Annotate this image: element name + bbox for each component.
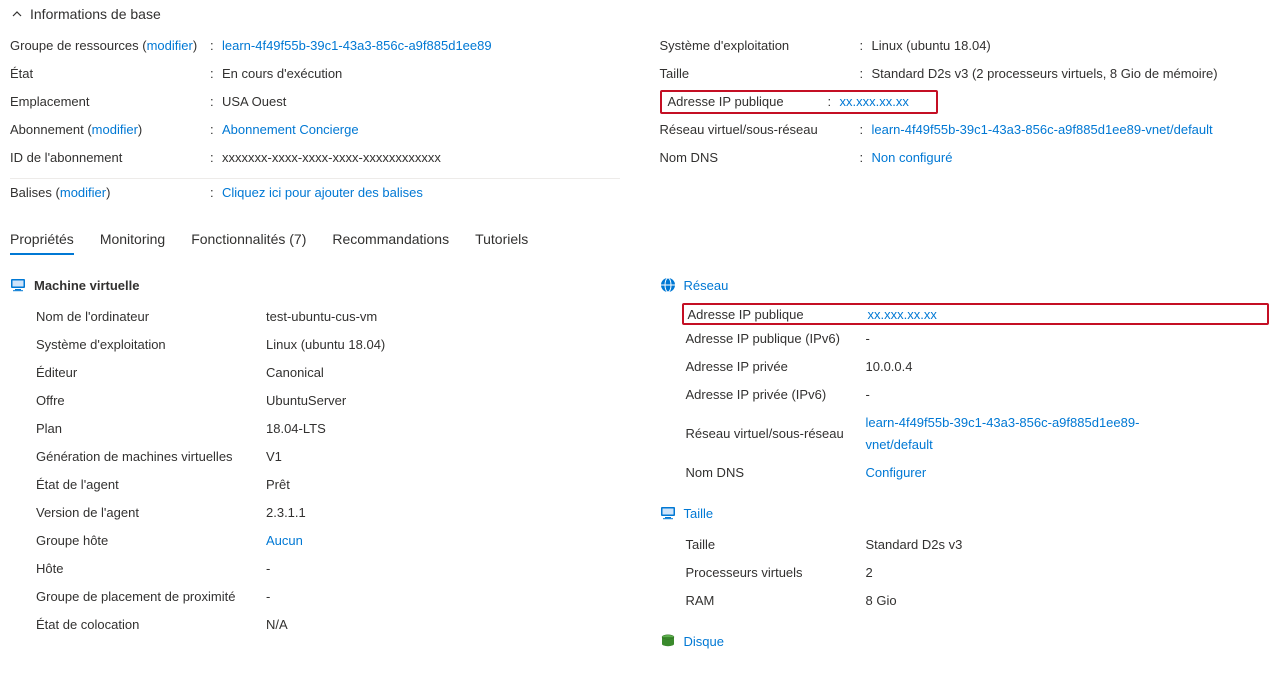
highlight-public-ip: Adresse IP publique : xx.xxx.xx.xx <box>660 90 938 114</box>
vm-coloc-v: N/A <box>266 614 620 636</box>
net-pubip-k: Adresse IP publique <box>688 307 868 322</box>
vm-ppg-v: - <box>266 586 620 608</box>
link-public-ip[interactable]: xx.xxx.xx.xx <box>840 94 909 109</box>
group-vm: Machine virtuelle <box>10 277 620 293</box>
size-ram-k: RAM <box>686 590 866 612</box>
label-vnet: Réseau virtuel/sous-réseau <box>660 120 860 140</box>
vm-gen-v: V1 <box>266 446 620 468</box>
label-dns: Nom DNS <box>660 148 860 168</box>
net-pubip-v[interactable]: xx.xxx.xx.xx <box>868 307 937 322</box>
vm-agentv-k: Version de l'agent <box>36 502 266 524</box>
group-network-title: Réseau <box>684 278 729 293</box>
value-os: Linux (ubuntu 18.04) <box>872 36 1270 56</box>
vm-plan-k: Plan <box>36 418 266 440</box>
label-tags: Balises (modifier) <box>10 183 210 203</box>
label-public-ip: Adresse IP publique <box>668 92 828 112</box>
label-state: État <box>10 64 210 84</box>
net-vnet-v[interactable]: learn-4f49f55b-39c1-43a3-856c-a9f885d1ee… <box>866 415 1140 452</box>
vm-os-v: Linux (ubuntu 18.04) <box>266 334 620 356</box>
net-privip-v: 10.0.0.4 <box>866 356 1196 378</box>
size-icon <box>660 505 676 521</box>
vm-host-v: - <box>266 558 620 580</box>
link-vnet[interactable]: learn-4f49f55b-39c1-43a3-856c-a9f885d1ee… <box>872 122 1213 137</box>
vm-agent-v: Prêt <box>266 474 620 496</box>
link-dns[interactable]: Non configuré <box>872 150 953 165</box>
essentials-title: Informations de base <box>30 6 161 22</box>
vm-host-k: Hôte <box>36 558 266 580</box>
label-subscription-id: ID de l'abonnement <box>10 148 210 168</box>
vm-agent-k: État de l'agent <box>36 474 266 496</box>
size-size-k: Taille <box>686 534 866 556</box>
vm-computer-v: test-ubuntu-cus-vm <box>266 306 620 328</box>
size-ram-v: 8 Gio <box>866 590 1196 612</box>
vm-publisher-v: Canonical <box>266 362 620 384</box>
group-size[interactable]: Taille <box>660 505 1270 521</box>
chevron-up-icon <box>10 7 24 21</box>
vm-hostgrp-k: Groupe hôte <box>36 530 266 552</box>
tabs: Propriétés Monitoring Fonctionnalités (7… <box>10 225 1269 255</box>
vm-offer-k: Offre <box>36 390 266 412</box>
vm-plan-v: 18.04-LTS <box>266 418 620 440</box>
vm-icon <box>10 277 26 293</box>
vm-os-k: Système d'exploitation <box>36 334 266 356</box>
group-disk-title: Disque <box>684 634 724 649</box>
net-dns-v[interactable]: Configurer <box>866 465 927 480</box>
size-size-v: Standard D2s v3 <box>866 534 1196 556</box>
vm-offer-v: UbuntuServer <box>266 390 620 412</box>
tab-properties[interactable]: Propriétés <box>10 225 74 255</box>
label-location: Emplacement <box>10 92 210 112</box>
net-pubip6-v: - <box>866 328 1196 350</box>
tab-tutorials[interactable]: Tutoriels <box>475 225 528 255</box>
value-size: Standard D2s v3 (2 processeurs virtuels,… <box>872 64 1270 84</box>
highlight-net-public-ip: Adresse IP publique xx.xxx.xx.xx <box>682 303 1270 325</box>
size-vcpu-v: 2 <box>866 562 1196 584</box>
label-subscription: Abonnement (modifier) <box>10 120 210 140</box>
vm-agentv-v: 2.3.1.1 <box>266 502 620 524</box>
essentials-toggle[interactable]: Informations de base <box>10 6 1269 22</box>
label-os: Système d'exploitation <box>660 36 860 56</box>
link-modify-tags[interactable]: modifier <box>60 185 106 200</box>
group-vm-title: Machine virtuelle <box>34 278 139 293</box>
tab-monitoring[interactable]: Monitoring <box>100 225 165 255</box>
group-network[interactable]: Réseau <box>660 277 1270 293</box>
link-add-tags[interactable]: Cliquez ici pour ajouter des balises <box>222 185 423 200</box>
value-state: En cours d'exécution <box>222 64 620 84</box>
network-icon <box>660 277 676 293</box>
net-vnet-k: Réseau virtuel/sous-réseau <box>686 423 866 445</box>
tab-recommendations[interactable]: Recommandations <box>332 225 449 255</box>
net-privip-k: Adresse IP privée <box>686 356 866 378</box>
vm-publisher-k: Éditeur <box>36 362 266 384</box>
vm-coloc-k: État de colocation <box>36 614 266 636</box>
size-vcpu-k: Processeurs virtuels <box>686 562 866 584</box>
disk-icon <box>660 633 676 649</box>
net-privip6-v: - <box>866 384 1196 406</box>
vm-computer-k: Nom de l'ordinateur <box>36 306 266 328</box>
vm-hostgrp-v[interactable]: Aucun <box>266 533 303 548</box>
label-size: Taille <box>660 64 860 84</box>
group-size-title: Taille <box>684 506 714 521</box>
net-privip6-k: Adresse IP privée (IPv6) <box>686 384 866 406</box>
group-disk[interactable]: Disque <box>660 633 1270 649</box>
link-modify-sub[interactable]: modifier <box>92 122 138 137</box>
link-resource-group[interactable]: learn-4f49f55b-39c1-43a3-856c-a9f885d1ee… <box>222 38 492 53</box>
label-resource-group: Groupe de ressources (modifier) <box>10 36 210 56</box>
value-location: USA Ouest <box>222 92 620 112</box>
link-subscription[interactable]: Abonnement Concierge <box>222 122 359 137</box>
value-subscription-id: xxxxxxx-xxxx-xxxx-xxxx-xxxxxxxxxxxx <box>222 148 620 168</box>
vm-gen-k: Génération de machines virtuelles <box>36 446 266 468</box>
link-modify-rg[interactable]: modifier <box>147 38 193 53</box>
net-dns-k: Nom DNS <box>686 462 866 484</box>
net-pubip6-k: Adresse IP publique (IPv6) <box>686 328 866 350</box>
tab-features[interactable]: Fonctionnalités (7) <box>191 225 306 255</box>
vm-ppg-k: Groupe de placement de proximité <box>36 586 266 608</box>
